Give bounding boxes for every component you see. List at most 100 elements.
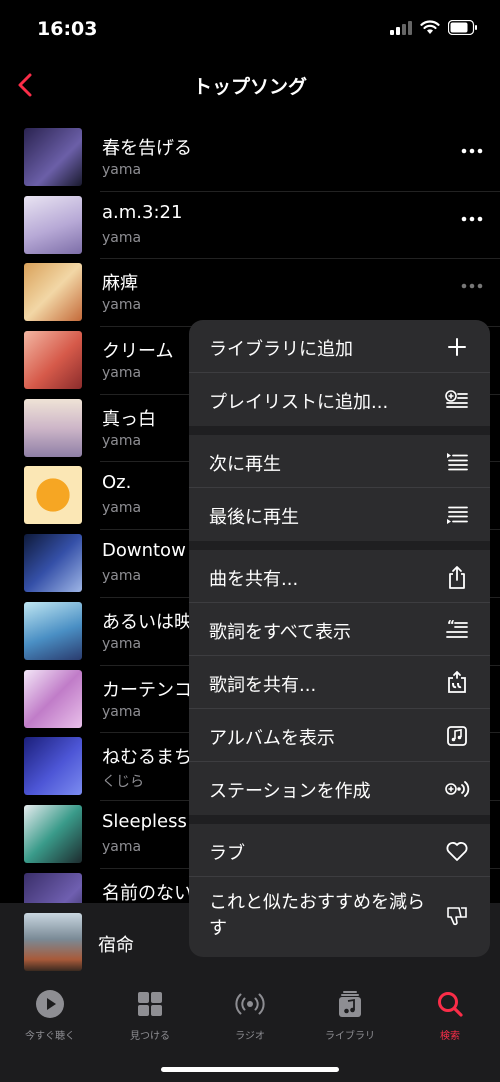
song-title: 真っ白: [102, 408, 156, 430]
album-art: [24, 331, 82, 390]
status-bar: 16:03: [0, 0, 500, 60]
search-icon: [438, 992, 463, 1017]
album-art: [24, 263, 82, 322]
menu-label: ステーションを作成: [209, 781, 371, 802]
signal-icon: [390, 20, 412, 35]
song-title: クリーム: [102, 341, 174, 363]
song-artist: yama: [102, 297, 142, 314]
status-icons: [390, 20, 478, 35]
song-title: Downtow: [102, 540, 186, 562]
song-artist: yama: [102, 500, 142, 517]
menu-label: 次に再生: [209, 454, 281, 475]
menu-item-share-song[interactable]: 曲を共有...: [189, 550, 490, 603]
menu-item-view-album[interactable]: アルバムを表示: [189, 709, 490, 762]
menu-label: プレイリストに追加...: [209, 392, 389, 413]
home-indicator: [161, 1067, 339, 1072]
menu-item-play-next[interactable]: 次に再生: [189, 435, 490, 488]
song-artist: yama: [102, 838, 142, 855]
tab-browse[interactable]: 見つける: [100, 989, 200, 1042]
album-art: [24, 128, 82, 186]
playlist-add-icon: [445, 390, 468, 408]
song-row[interactable]: 麻痺 yama: [0, 259, 500, 328]
song-artist: くじら: [102, 774, 144, 791]
menu-label: 歌詞を共有...: [209, 675, 317, 696]
menu-item-share-lyrics[interactable]: 歌詞を共有...: [189, 656, 490, 709]
station-icon: [445, 781, 470, 797]
menu-separator: [189, 815, 490, 824]
play-circle-icon: [36, 990, 64, 1018]
tab-search[interactable]: 検索: [400, 989, 500, 1042]
menu-item-create-station[interactable]: ステーションを作成: [189, 762, 490, 815]
menu-label: 最後に再生: [209, 507, 299, 528]
svg-text:“: “: [447, 618, 455, 632]
album-art: [24, 466, 82, 525]
song-title: カーテンコ: [102, 679, 192, 701]
menu-item-view-lyrics[interactable]: 歌詞をすべて表示 “: [189, 603, 490, 656]
tab-label: ライブラリ: [325, 1031, 375, 1042]
heart-icon: [446, 842, 468, 861]
menu-item-love[interactable]: ラブ: [189, 824, 490, 877]
lyrics-icon: “: [446, 618, 468, 638]
radio-icon: [235, 993, 265, 1015]
song-title: Oz.: [102, 472, 132, 494]
song-title: あるいは映: [102, 611, 192, 633]
song-title: 麻痺: [102, 273, 138, 295]
song-row[interactable]: 春を告げる yama: [0, 124, 500, 192]
library-icon: [339, 991, 361, 1017]
tab-label: ラジオ: [235, 1031, 265, 1042]
mini-player-title: 宿命: [98, 935, 134, 956]
play-last-icon: [447, 506, 468, 524]
menu-separator: [189, 426, 490, 435]
song-artist: yama: [102, 432, 142, 449]
song-title: 春を告げる: [102, 138, 192, 159]
plus-icon: [448, 338, 466, 356]
song-artist: yama: [102, 365, 142, 382]
menu-label: ライブラリに追加: [209, 339, 353, 360]
song-artist: yama: [102, 568, 142, 585]
battery-icon: [448, 20, 478, 35]
page-title: トップソング: [192, 76, 307, 98]
menu-label: ラブ: [209, 843, 245, 864]
play-next-icon: [447, 453, 468, 471]
menu-label: 曲を共有...: [209, 569, 299, 590]
song-title: 名前のない: [102, 882, 192, 904]
tab-label: 今すぐ聴く: [25, 1031, 75, 1042]
more-icon[interactable]: [460, 281, 484, 291]
wifi-icon: [420, 20, 440, 35]
nav-bar: トップソング: [0, 60, 500, 110]
menu-item-suggest-less[interactable]: これと似たおすすめを減らす: [189, 877, 490, 955]
album-art: [24, 601, 82, 660]
share-icon: [449, 566, 465, 589]
song-title: ねむるまち: [102, 747, 192, 769]
song-artist: yama: [102, 162, 142, 178]
song-row[interactable]: a.m.3:21 yama: [0, 192, 500, 260]
menu-label: 歌詞をすべて表示: [209, 622, 352, 643]
song-artist: yama: [102, 229, 142, 246]
menu-item-play-last[interactable]: 最後に再生: [189, 488, 490, 541]
mini-player-art: [24, 913, 82, 971]
song-title: a.m.3:21: [102, 201, 183, 223]
tab-label: 検索: [440, 1031, 460, 1042]
context-menu: ライブラリに追加 プレイリストに追加... 次に再生 最後に再生 曲を共有...…: [189, 320, 490, 957]
tab-listen-now[interactable]: 今すぐ聴く: [0, 989, 100, 1042]
tab-bar: 今すぐ聴く 見つける ラジオ ライブラリ 検索: [0, 981, 500, 1082]
more-icon[interactable]: [460, 214, 484, 224]
album-icon: [447, 726, 467, 746]
tab-library[interactable]: ライブラリ: [300, 989, 400, 1042]
tab-radio[interactable]: ラジオ: [200, 989, 300, 1042]
album-art: [24, 398, 82, 457]
menu-item-add-to-library[interactable]: ライブラリに追加: [189, 320, 490, 373]
album-art: [24, 737, 82, 796]
menu-item-add-to-playlist[interactable]: プレイリストに追加...: [189, 373, 490, 426]
share-lyrics-icon: [448, 670, 466, 693]
menu-label: アルバムを表示: [209, 728, 335, 749]
status-time: 16:03: [37, 18, 98, 40]
album-art: [24, 669, 82, 728]
song-artist: yama: [102, 703, 142, 720]
album-art: [24, 804, 82, 863]
album-art: [24, 534, 82, 593]
thumbs-down-icon: [447, 907, 467, 926]
song-title: Sleepless: [102, 810, 187, 832]
song-artist: yama: [102, 635, 142, 652]
more-icon[interactable]: [460, 146, 484, 156]
